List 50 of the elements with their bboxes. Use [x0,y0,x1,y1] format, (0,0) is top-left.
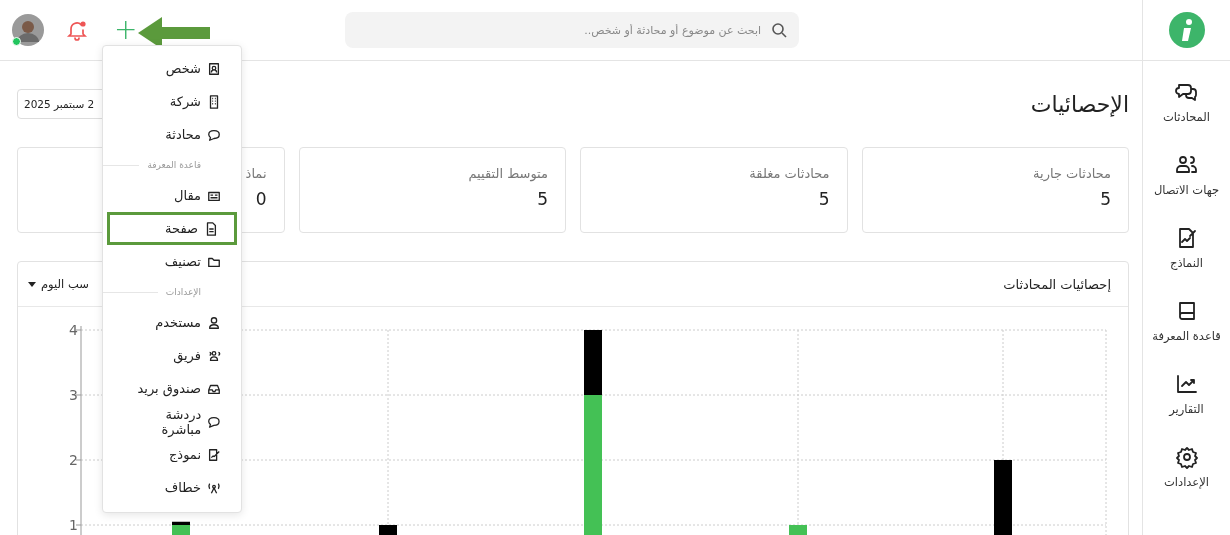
bell-icon [66,19,88,41]
nav-item[interactable]: المحادثات [1163,80,1210,134]
menu-item[interactable]: مقال [107,179,237,212]
y-tick-label: 1 [69,517,78,533]
group-by-dropdown[interactable]: سب اليوم [28,277,89,291]
panel-title: إحصائيات المحادثات [1003,276,1111,292]
y-tick-label: 2 [69,452,78,468]
menu-section-label: قاعدة المعرفة [147,160,201,170]
menu-item[interactable]: فريق [107,339,237,372]
page-icon [204,221,218,236]
avatar[interactable] [12,14,44,46]
menu-item[interactable]: تصنيف [107,245,237,278]
page-title: الإحصائيات [1030,91,1129,117]
stat-value: 0 [255,189,267,209]
menu-item[interactable]: نموذج [107,438,237,471]
nav-item[interactable]: قاعدة المعرفة [1152,299,1221,353]
menu-item[interactable]: صندوق بريد [107,372,237,405]
notification-button[interactable] [66,19,88,41]
menu-item[interactable]: شخص [107,52,237,85]
form-icon [207,447,221,462]
search-icon [771,22,787,38]
nav-item[interactable]: جهات الاتصال [1153,153,1220,207]
stat-value: 5 [537,189,548,209]
building-icon [207,94,221,109]
caret-icon [28,281,36,287]
person-icon [207,61,221,76]
line-chart-icon [1174,372,1199,396]
stat-label: متوسط التقييم [468,166,548,181]
menu-item[interactable]: مستخدم [107,306,237,339]
user-icon [207,315,221,330]
menu-item[interactable]: صفحة [107,212,237,245]
chat-icon [207,127,221,142]
stat-label: محادثات جارية [1033,166,1111,181]
menu-section-label: الإعدادات [165,287,201,297]
chat-icon [207,414,221,429]
stat-label: نماذ [245,166,267,181]
stat-label: محادثات مغلقة [749,166,830,181]
y-tick-label: 3 [69,387,78,403]
menu-item[interactable]: خطاف [107,471,237,504]
stat-value: 5 [818,189,830,209]
nav-item[interactable]: الإعدادات [1164,445,1209,499]
team-icon [207,348,221,363]
y-tick-label: 4 [69,322,78,338]
nav-item[interactable]: النماذج [1170,226,1203,280]
settings-icon [1174,445,1199,469]
stat-value: 5 [1100,189,1111,209]
menu-item[interactable]: محادثة [107,118,237,151]
menu-item[interactable]: دردشة مباشرة [107,405,237,438]
nav-item[interactable]: التقارير [1169,372,1204,426]
logo-icon [1168,12,1205,48]
